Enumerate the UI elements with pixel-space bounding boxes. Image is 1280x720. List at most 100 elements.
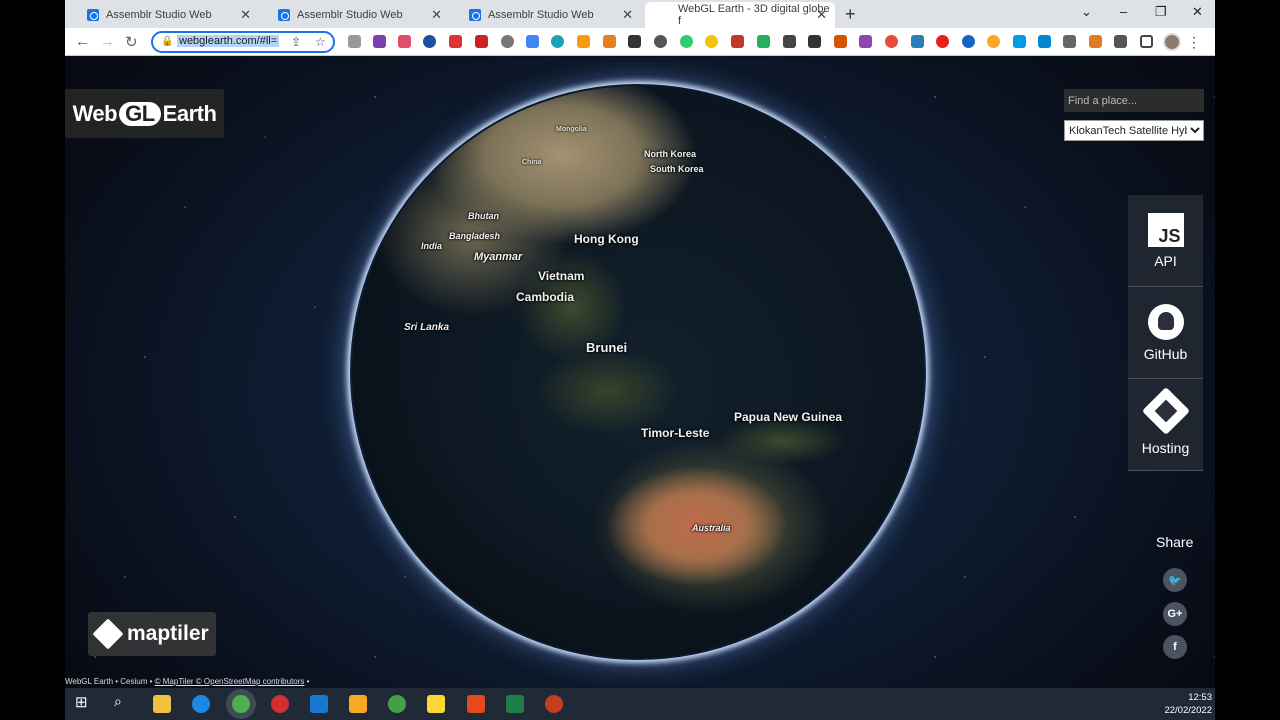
windows-start-icon[interactable]: ⊞ bbox=[75, 693, 93, 711]
extension-icon[interactable] bbox=[808, 35, 821, 48]
opera-icon[interactable] bbox=[271, 695, 289, 713]
profile-avatar[interactable] bbox=[1163, 33, 1181, 51]
maptiler-text: maptiler bbox=[127, 622, 209, 645]
github-button[interactable]: GitHub bbox=[1128, 287, 1203, 379]
evernote-extension-icon[interactable] bbox=[680, 35, 693, 48]
metamask-extension-icon[interactable] bbox=[1089, 35, 1102, 48]
tab-assemblr-1[interactable]: Assemblr Studio Web ✕ bbox=[73, 2, 259, 28]
extension-icon[interactable] bbox=[1063, 35, 1076, 48]
extension-icon[interactable] bbox=[603, 35, 616, 48]
api-button[interactable]: JS API bbox=[1128, 195, 1203, 287]
extension-icon[interactable] bbox=[577, 35, 590, 48]
extension-icon[interactable] bbox=[757, 35, 770, 48]
extension-icon[interactable] bbox=[1013, 35, 1026, 48]
extension-icon[interactable] bbox=[423, 35, 436, 48]
tab-assemblr-3[interactable]: Assemblr Studio Web ✕ bbox=[455, 2, 641, 28]
extension-icon[interactable] bbox=[348, 35, 361, 48]
office-icon[interactable] bbox=[467, 695, 485, 713]
facebook-icon[interactable]: f bbox=[1163, 635, 1187, 659]
logo-earth-text: Earth bbox=[162, 100, 217, 126]
clock-time: 12:53 bbox=[1188, 692, 1212, 703]
map-layer-select[interactable]: KlokanTech Satellite Hybrid bbox=[1064, 120, 1204, 141]
map-label: Myanmar bbox=[474, 251, 523, 263]
extension-icon[interactable] bbox=[398, 35, 411, 48]
chat-app-icon[interactable] bbox=[388, 695, 406, 713]
map-label: Mongolia bbox=[556, 126, 587, 133]
extension-icon[interactable] bbox=[705, 35, 718, 48]
tab-title: WebGL Earth - 3D digital globe f bbox=[677, 3, 830, 27]
attribution-link[interactable]: © MapTiler © OpenStreetMap contributors bbox=[155, 677, 305, 686]
close-tab-icon[interactable]: ✕ bbox=[431, 7, 442, 23]
excel-icon[interactable] bbox=[506, 695, 524, 713]
github-label: GitHub bbox=[1143, 345, 1188, 362]
extension-icon[interactable] bbox=[911, 35, 924, 48]
earth-globe[interactable]: Mongolia North Korea South Korea China B… bbox=[352, 86, 924, 658]
tab-search-icon[interactable]: ⌄ bbox=[1081, 4, 1092, 20]
js-icon: JS bbox=[1147, 212, 1184, 247]
letterbox-left bbox=[0, 0, 65, 688]
extension-icon[interactable] bbox=[475, 35, 488, 48]
maximize-icon[interactable]: ❐ bbox=[1155, 4, 1167, 20]
back-icon[interactable]: ← bbox=[75, 33, 90, 50]
extension-icon[interactable] bbox=[551, 35, 564, 48]
onenote-extension-icon[interactable] bbox=[373, 35, 386, 48]
search-icon[interactable]: ⌕ bbox=[114, 693, 132, 711]
side-panel: JS API GitHub Hosting bbox=[1128, 195, 1203, 471]
system-clock[interactable]: 12:53 22/02/2022 bbox=[1164, 691, 1212, 717]
close-window-icon[interactable]: ✕ bbox=[1192, 4, 1203, 20]
extension-icon[interactable] bbox=[987, 35, 1000, 48]
logo-gl-text: GL bbox=[119, 101, 161, 126]
assemblr-favicon-icon bbox=[278, 9, 290, 21]
extension-icon[interactable] bbox=[885, 35, 898, 48]
side-panel-icon[interactable] bbox=[1140, 35, 1153, 48]
powerpoint-icon[interactable] bbox=[545, 695, 563, 713]
puzzle-extensions-icon[interactable] bbox=[1114, 35, 1127, 48]
news-extension-icon[interactable] bbox=[628, 35, 641, 48]
clock-date: 22/02/2022 bbox=[1164, 705, 1212, 716]
tab-strip: Assemblr Studio Web ✕ Assemblr Studio We… bbox=[65, 0, 1215, 50]
maptiler-mark-icon bbox=[92, 618, 124, 650]
close-tab-icon[interactable]: ✕ bbox=[816, 7, 827, 23]
hosting-button[interactable]: Hosting bbox=[1128, 379, 1203, 471]
microphone-extension-icon[interactable] bbox=[654, 35, 667, 48]
extension-icon[interactable] bbox=[834, 35, 847, 48]
extension-icon[interactable] bbox=[962, 35, 975, 48]
address-bar[interactable]: 🔒 webglearth.com/#ll= ⇪ ☆ bbox=[151, 31, 335, 53]
reload-icon[interactable]: ↻ bbox=[125, 33, 138, 51]
tab-assemblr-2[interactable]: Assemblr Studio Web ✕ bbox=[264, 2, 450, 28]
extension-icon[interactable] bbox=[783, 35, 796, 48]
webgl-earth-logo[interactable]: Web GL Earth bbox=[65, 89, 224, 138]
translate-extension-icon[interactable] bbox=[526, 35, 539, 48]
new-tab-icon[interactable]: + bbox=[845, 4, 856, 25]
extension-icon[interactable] bbox=[1038, 35, 1051, 48]
bookmark-star-icon[interactable]: ☆ bbox=[315, 35, 326, 49]
globe-viewport[interactable]: Mongolia North Korea South Korea China B… bbox=[65, 57, 1215, 688]
find-place-input[interactable] bbox=[1064, 89, 1204, 112]
close-tab-icon[interactable]: ✕ bbox=[622, 7, 633, 23]
share-page-icon[interactable]: ⇪ bbox=[291, 35, 301, 49]
extension-icon[interactable] bbox=[859, 35, 872, 48]
map-label: Australia bbox=[692, 523, 731, 533]
google-plus-icon[interactable]: G+ bbox=[1163, 602, 1187, 626]
menu-kebab-icon[interactable]: ⋮ bbox=[1187, 34, 1201, 51]
lock-icon[interactable]: 🔒 bbox=[161, 36, 173, 47]
extension-icon[interactable] bbox=[449, 35, 462, 48]
pinterest-extension-icon[interactable] bbox=[501, 35, 514, 48]
close-tab-icon[interactable]: ✕ bbox=[240, 7, 251, 23]
extension-icon[interactable] bbox=[731, 35, 744, 48]
sticky-notes-icon[interactable] bbox=[427, 695, 445, 713]
maptiler-logo[interactable]: maptiler bbox=[88, 612, 216, 656]
minimize-icon[interactable]: – bbox=[1120, 4, 1127, 19]
url-text[interactable]: webglearth.com/#ll= bbox=[177, 35, 280, 47]
map-label: Vietnam bbox=[538, 269, 585, 283]
store-icon[interactable] bbox=[310, 695, 328, 713]
tab-title: Assemblr Studio Web bbox=[106, 9, 212, 21]
file-explorer-icon[interactable] bbox=[153, 695, 171, 713]
tab-webgl-earth[interactable]: WebGL Earth - 3D digital globe f ✕ bbox=[645, 2, 958, 50]
media-player-icon[interactable] bbox=[349, 695, 367, 713]
chrome-icon[interactable] bbox=[232, 695, 250, 713]
extension-icon[interactable] bbox=[936, 35, 949, 48]
twitter-icon[interactable]: 🐦 bbox=[1163, 568, 1187, 592]
forward-icon[interactable]: → bbox=[100, 33, 115, 50]
edge-icon[interactable] bbox=[192, 695, 210, 713]
